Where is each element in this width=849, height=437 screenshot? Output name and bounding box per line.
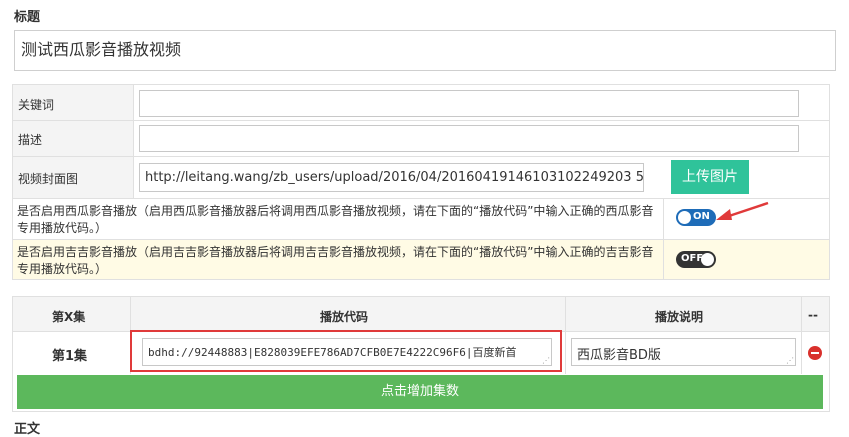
episode-note-input[interactable]: 西瓜影音BD版 [571, 338, 796, 366]
episode-code-input[interactable]: bdhd://92448883|E828039EFE786AD7CFB0E7E4… [142, 338, 552, 366]
keywords-label: 关键词 [18, 98, 55, 112]
upload-image-button[interactable]: 上传图片 [671, 160, 749, 194]
resize-grip-icon: ⋰ [786, 356, 794, 365]
episode-name: 第1集 [52, 349, 88, 364]
row-divider [13, 156, 829, 157]
toggle-knob [701, 253, 714, 266]
header-note: 播放说明 [655, 310, 704, 324]
column-divider [801, 297, 802, 374]
toggle-label: ON [693, 211, 710, 222]
jiji-toggle[interactable]: OFF [676, 251, 716, 268]
arrow-icon [716, 201, 769, 220]
column-divider [663, 199, 664, 239]
column-divider [663, 240, 664, 279]
cover-url-input[interactable]: http://leitang.wang/zb_users/upload/2016… [139, 163, 644, 192]
description-input[interactable] [139, 125, 799, 152]
xigua-description: 是否启用西瓜影音播放（启用西瓜影音播放器后将调用西瓜影音播放视频，请在下面的“播… [17, 204, 654, 235]
xigua-toggle[interactable]: ON [676, 209, 716, 226]
resize-grip-icon: ⋰ [542, 356, 550, 365]
toggle-label: OFF [681, 253, 704, 264]
column-divider [565, 297, 566, 374]
jiji-description: 是否启用吉吉影音播放（启用吉吉影音播放器后将调用吉吉影音播放视频，请在下面的“播… [17, 245, 654, 276]
episodes-header-row [13, 297, 829, 331]
keywords-input[interactable] [139, 90, 799, 117]
row-divider [13, 120, 829, 121]
add-episode-button[interactable]: 点击增加集数 [17, 375, 823, 409]
toggle-knob [678, 211, 691, 224]
title-input[interactable]: 测试西瓜影音播放视频 [14, 30, 836, 71]
cover-label: 视频封面图 [18, 172, 79, 186]
header-actions: -- [808, 308, 818, 322]
description-label: 描述 [18, 133, 43, 147]
content-heading: 正文 [14, 422, 41, 437]
row-divider [13, 198, 829, 199]
title-heading: 标题 [14, 10, 41, 25]
minus-circle-icon[interactable] [808, 346, 822, 360]
header-episode: 第X集 [52, 310, 86, 324]
header-code: 播放代码 [320, 310, 369, 324]
